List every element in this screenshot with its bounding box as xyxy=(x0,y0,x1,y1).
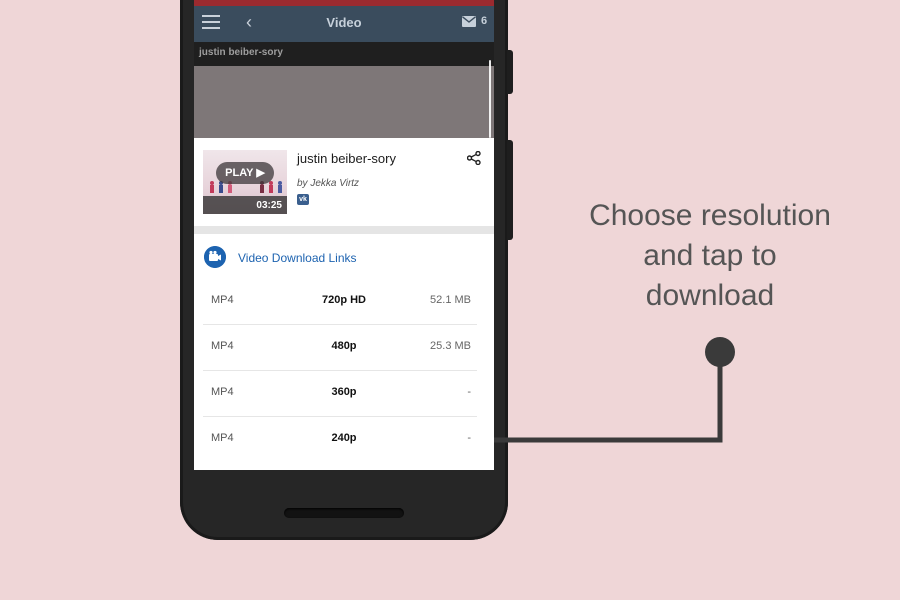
download-resolution: 240p xyxy=(331,432,357,444)
download-links-header: Video Download Links xyxy=(194,234,494,280)
download-row-480p[interactable]: MP4 480p 25.3 MB xyxy=(203,324,477,371)
video-player-title: justin beiber-sory xyxy=(199,47,283,58)
download-resolution: 360p xyxy=(331,386,357,398)
download-size: 52.1 MB xyxy=(430,294,471,306)
share-icon[interactable] xyxy=(467,151,481,165)
video-author: by Jekka Virtz xyxy=(297,178,360,189)
phone-power-button xyxy=(507,140,513,240)
annotation-caption: Choose resolution and tap to download xyxy=(560,196,860,316)
download-links-title: Video Download Links xyxy=(238,251,357,265)
video-name: justin beiber-sory xyxy=(297,151,396,166)
video-player[interactable]: justin beiber-sory xyxy=(194,42,494,138)
phone-home-bar xyxy=(284,508,404,518)
video-camera-icon xyxy=(204,246,226,268)
video-scroll-indicator xyxy=(489,60,491,138)
video-thumbnail[interactable]: PLAY ▶ 03:25 xyxy=(203,150,287,214)
download-size: - xyxy=(467,386,471,398)
video-info-card: PLAY ▶ 03:25 justin beiber-sory by Jekka… xyxy=(194,138,494,226)
vk-source-icon[interactable]: vk xyxy=(297,194,309,205)
app-bar-title: Video xyxy=(326,15,362,30)
message-count-badge: 6 xyxy=(481,15,488,27)
download-size: 25.3 MB xyxy=(430,340,471,352)
download-row-720p[interactable]: MP4 720p HD 52.1 MB xyxy=(203,278,477,325)
caption-line-3: download xyxy=(645,279,775,312)
download-row-360p[interactable]: MP4 360p - xyxy=(203,370,477,417)
video-title-bar: justin beiber-sory xyxy=(194,42,494,66)
caption-line-1: Choose resolution xyxy=(589,199,831,232)
phone-volume-button xyxy=(507,50,513,94)
mail-icon[interactable] xyxy=(462,16,476,27)
download-size: - xyxy=(467,432,471,444)
phone-screen: ‹ Video 6 justin beiber-sory PLAY ▶ 03:2… xyxy=(194,0,494,470)
section-divider xyxy=(194,226,494,234)
play-button[interactable]: PLAY ▶ xyxy=(216,162,274,184)
caption-line-2: and tap to xyxy=(643,239,777,272)
video-duration: 03:25 xyxy=(256,200,282,211)
download-row-240p[interactable]: MP4 240p - xyxy=(203,416,477,462)
app-bar: ‹ Video 6 xyxy=(194,6,494,42)
